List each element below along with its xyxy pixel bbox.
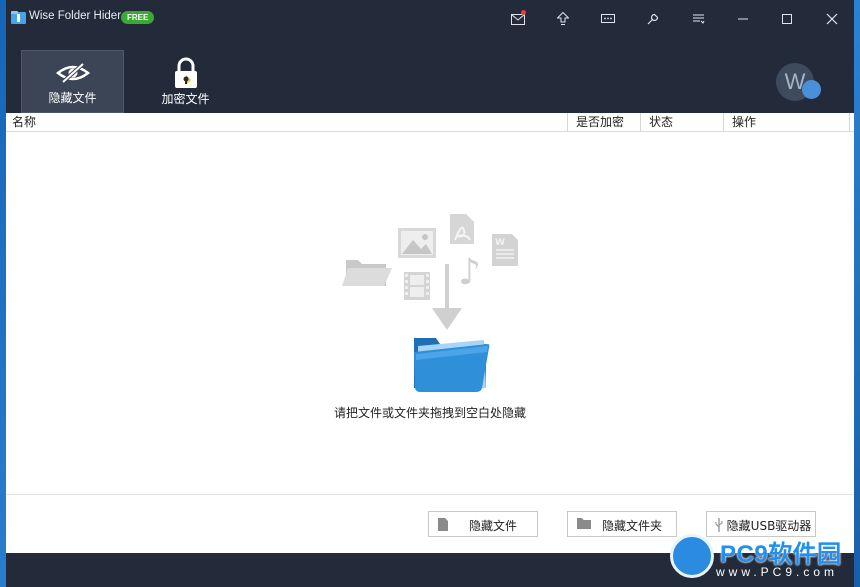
tools-button[interactable] (638, 6, 668, 32)
account-status-dot (802, 80, 821, 99)
close-button[interactable] (817, 6, 847, 32)
notification-dot (521, 10, 526, 15)
bottom-divider (6, 494, 854, 495)
app-title: Wise Folder Hider (29, 10, 122, 22)
svg-text:W: W (495, 238, 505, 248)
tab-encrypt-files[interactable]: 加密文件 (134, 50, 237, 113)
word-doc-icon: W (492, 234, 518, 266)
settings-wrench-icon (647, 13, 659, 25)
minimize-icon (738, 18, 748, 20)
music-note-icon: ♪ (458, 252, 481, 293)
film-icon (404, 272, 430, 300)
message-icon (601, 13, 615, 23)
free-badge: FREE (121, 11, 155, 24)
tab-hide-files[interactable]: 隐藏文件 (21, 50, 124, 113)
minimize-button[interactable] (728, 6, 758, 32)
tab-encrypt-files-label: 加密文件 (161, 92, 210, 106)
menu-button[interactable] (683, 6, 713, 32)
column-encrypted[interactable]: 是否加密 (568, 113, 641, 131)
menu-icon (692, 14, 704, 24)
blue-folder-icon (414, 338, 490, 392)
hide-folder-button[interactable]: 隐藏文件夹 (567, 511, 677, 537)
folder-icon (342, 260, 392, 286)
hide-file-button[interactable]: 隐藏文件 (428, 511, 538, 537)
upgrade-button[interactable] (548, 6, 578, 32)
column-actions[interactable]: 操作 (724, 113, 850, 131)
column-name[interactable]: 名称 (6, 113, 568, 131)
mail-icon (511, 13, 525, 25)
app-window: Wise Folder Hider FREE 隐藏文件 加密文件 W 名称 是否… (6, 0, 854, 587)
app-logo-icon (11, 11, 26, 24)
hide-usb-label: 隐藏USB驱动器 (726, 519, 812, 533)
hide-file-label: 隐藏文件 (468, 519, 517, 533)
padlock-icon (174, 57, 197, 88)
maximize-button[interactable] (772, 6, 802, 32)
hidden-eye-icon (55, 62, 90, 84)
file-list-header: 名称 是否加密 状态 操作 (6, 113, 854, 132)
drop-hint-text: 请把文件或文件夹拖拽到空白处隐藏 (333, 406, 526, 420)
watermark-logo (670, 534, 714, 578)
tab-hide-files-label: 隐藏文件 (48, 91, 97, 105)
watermark-url: www.PC9.com (716, 565, 839, 579)
image-icon (398, 228, 436, 258)
close-icon (826, 13, 838, 25)
pdf-icon (450, 214, 474, 244)
watermark-brand: PC9软件园 (720, 541, 842, 568)
mail-button[interactable] (503, 6, 533, 32)
feedback-button[interactable] (593, 6, 623, 32)
column-status[interactable]: 状态 (641, 113, 724, 131)
svg-text:♪: ♪ (458, 252, 481, 293)
upgrade-icon (557, 12, 569, 25)
maximize-icon (782, 14, 792, 24)
hide-folder-label: 隐藏文件夹 (601, 519, 662, 533)
title-bar: Wise Folder Hider FREE 隐藏文件 加密文件 W (6, 0, 854, 113)
drop-zone[interactable]: W ♪ 请把文件或文件夹拖拽到空白处隐藏 (6, 132, 854, 494)
drag-drop-illustration: W ♪ (342, 214, 518, 392)
